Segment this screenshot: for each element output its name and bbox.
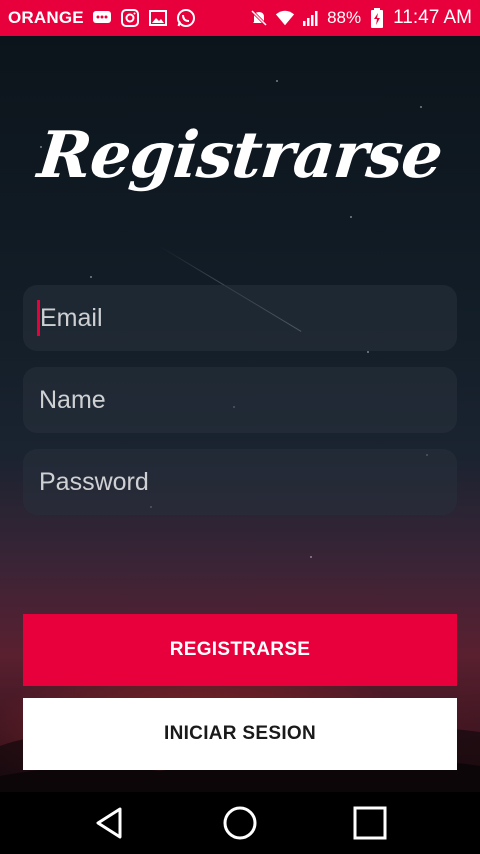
registration-screen: ORANGE 88% 11:47 AM Registrarse Email Na… <box>0 0 480 854</box>
gallery-icon <box>148 8 168 28</box>
home-icon[interactable] <box>200 792 280 854</box>
mute-icon <box>249 8 269 28</box>
recents-icon[interactable] <box>330 792 410 854</box>
whatsapp-icon <box>176 8 196 28</box>
navigation-bar <box>0 792 480 854</box>
instagram-icon <box>120 8 140 28</box>
carrier-name: ORANGE <box>8 8 84 27</box>
back-icon[interactable] <box>69 792 149 854</box>
email-placeholder: Email <box>40 303 103 332</box>
password-field[interactable]: Password <box>23 449 457 515</box>
battery-charging-icon <box>367 8 387 28</box>
name-field[interactable]: Name <box>23 367 457 433</box>
login-button[interactable]: INICIAR SESION <box>23 698 457 770</box>
battery-percentage: 88% <box>327 8 362 27</box>
message-icon <box>92 8 112 28</box>
page-title: Registrarse <box>34 118 446 193</box>
status-bar: ORANGE 88% 11:47 AM <box>0 0 480 36</box>
clock: 11:47 AM <box>393 7 472 28</box>
notification-icons <box>92 8 196 28</box>
signal-icon <box>301 8 321 28</box>
password-placeholder: Password <box>39 467 149 496</box>
wifi-icon <box>275 8 295 28</box>
system-icons: 88% 11:47 AM <box>249 7 472 29</box>
register-button[interactable]: REGISTRARSE <box>23 614 457 686</box>
email-field[interactable]: Email <box>23 285 457 351</box>
name-placeholder: Name <box>39 385 106 414</box>
